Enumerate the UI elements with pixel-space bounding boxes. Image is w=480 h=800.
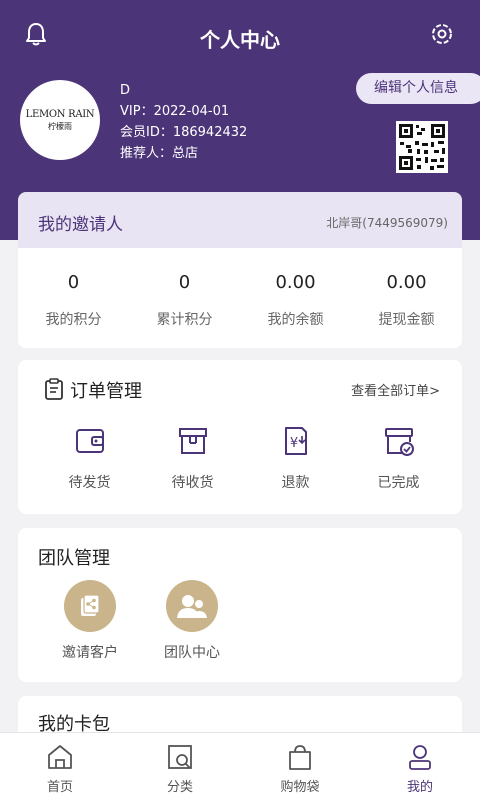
tab-label: 分类 — [166, 780, 193, 795]
orders-title: 订单管理 — [70, 381, 142, 402]
vip-date: VIP：2022-04-01 — [120, 104, 230, 119]
category-search-icon — [168, 745, 192, 769]
member-id: 会员ID：186942432 — [120, 125, 248, 140]
team-center-button[interactable]: 团队中心 — [142, 580, 242, 662]
tab-mine[interactable]: 我的 — [360, 733, 480, 800]
team-card: 团队管理 邀请客户 团队中心 — [18, 528, 462, 682]
tab-label: 首页 — [46, 780, 73, 795]
tab-label: 我的 — [406, 780, 433, 795]
logo-subtext: 柠檬雨 — [48, 121, 72, 131]
box-icon — [178, 428, 207, 454]
top-bar: 个人中心 — [0, 0, 480, 72]
order-status-label: 退款 — [281, 475, 310, 491]
stat-points[interactable]: 0 我的积分 — [18, 248, 129, 348]
order-pending-receipt[interactable]: 待收货 — [141, 424, 244, 492]
stat-label: 我的积分 — [45, 312, 102, 328]
referrer: 推荐人：总店 — [120, 146, 199, 161]
invite-customer-button[interactable]: 邀请客户 — [40, 580, 140, 662]
stat-value: 0 — [67, 272, 80, 293]
refund-icon: ¥ — [284, 427, 307, 455]
page-title: 个人中心 — [200, 28, 280, 52]
tab-home[interactable]: 首页 — [0, 733, 120, 800]
stat-label: 提现金额 — [378, 312, 435, 328]
stat-value: 0.00 — [275, 272, 316, 293]
order-status-row: 待发货 待收货 ¥ 退款 已完成 — [18, 424, 462, 492]
completed-icon — [384, 428, 414, 456]
order-completed[interactable]: 已完成 — [347, 424, 450, 492]
edit-profile-button[interactable]: 编辑个人信息 — [356, 73, 480, 104]
avatar[interactable]: LEMON RAIN 柠檬雨 — [20, 80, 100, 160]
inviter-label: 我的邀请人 — [38, 215, 123, 235]
stats-card: 0 我的积分 0 累计积分 0.00 我的余额 0.00 提现金额 — [18, 248, 462, 348]
gear-icon[interactable] — [428, 20, 456, 48]
team-item-label: 邀请客户 — [62, 645, 118, 661]
stat-balance[interactable]: 0.00 我的余额 — [240, 248, 351, 348]
clipboard-icon — [45, 378, 63, 400]
order-status-label: 已完成 — [377, 475, 420, 491]
wallet-icon — [75, 429, 104, 453]
stat-value: 0.00 — [386, 272, 427, 293]
order-refund[interactable]: ¥ 退款 — [244, 424, 347, 492]
tab-category[interactable]: 分类 — [120, 733, 240, 800]
stat-total-points[interactable]: 0 累计积分 — [129, 248, 240, 348]
qr-code-icon[interactable] — [396, 121, 448, 173]
tab-label: 购物袋 — [280, 780, 320, 795]
order-status-label: 待发货 — [68, 475, 111, 491]
bag-icon — [289, 745, 311, 770]
team-title: 团队管理 — [38, 548, 110, 569]
home-icon — [48, 745, 72, 769]
share-icon — [64, 580, 116, 632]
bottom-tab-bar: 首页 分类 购物袋 我的 — [0, 732, 480, 800]
view-all-orders-link[interactable]: 查看全部订单> — [351, 380, 440, 399]
orders-card: 订单管理 查看全部订单> 待发货 待收货 ¥ 退款 已完成 — [18, 360, 462, 514]
tab-shopping-bag[interactable]: 购物袋 — [240, 733, 360, 800]
inviter-bar: 我的邀请人 北岸哥(7449569079) — [18, 192, 462, 248]
user-name: D — [120, 83, 131, 98]
stat-label: 我的余额 — [267, 312, 324, 328]
inviter-value: 北岸哥(7449569079) — [326, 216, 448, 230]
order-pending-shipment[interactable]: 待发货 — [38, 424, 141, 492]
person-icon — [409, 745, 431, 770]
team-item-label: 团队中心 — [164, 645, 220, 661]
team-icon — [166, 580, 218, 632]
stat-value: 0 — [178, 272, 191, 293]
svg-text:¥: ¥ — [289, 436, 297, 451]
stat-label: 累计积分 — [156, 312, 213, 328]
order-status-label: 待收货 — [171, 475, 214, 491]
stat-withdrawal[interactable]: 0.00 提现金额 — [351, 248, 462, 348]
user-info: D VIP：2022-04-01 会员ID：186942432 推荐人：总店 — [120, 80, 247, 164]
logo-text: LEMON RAIN — [25, 108, 95, 120]
